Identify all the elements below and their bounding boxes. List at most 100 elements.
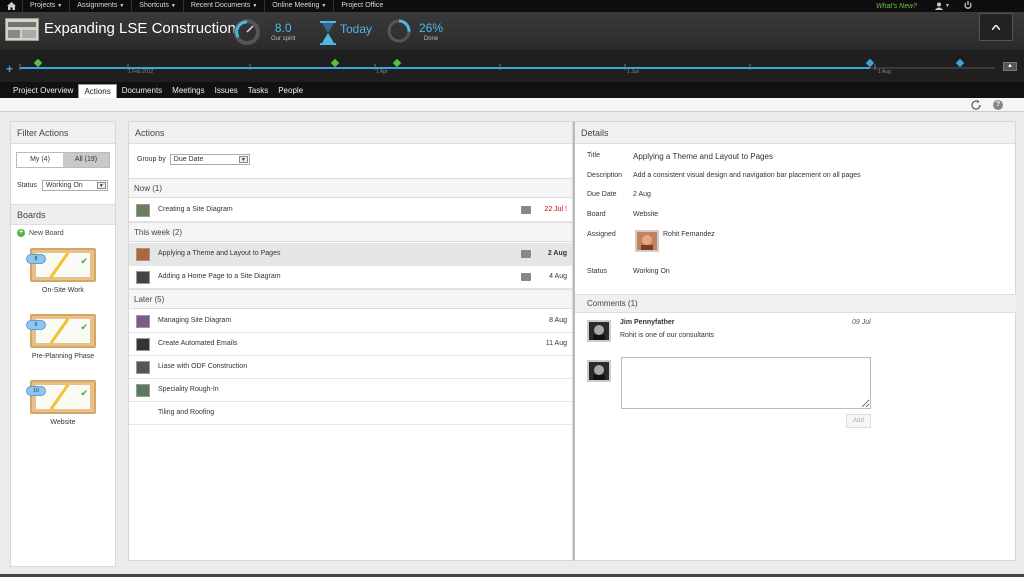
done-metric: 26% Done [419, 21, 443, 43]
chevron-down-icon: ▼ [96, 182, 106, 189]
comment-text: Rohit is one of our consultants [620, 332, 715, 339]
action-name[interactable]: Speciality Rough-In [158, 386, 219, 393]
project-icon [5, 18, 39, 41]
assignee-avatar[interactable] [635, 230, 659, 252]
detail-assigned-value[interactable]: Rohit Fernandez [663, 231, 715, 238]
action-name[interactable]: Applying a Theme and Layout to Pages [158, 250, 280, 257]
action-due-date: 22 Jul ! [544, 206, 567, 213]
status-filter-label: Status [17, 182, 37, 189]
done-label: Done [423, 36, 439, 42]
filter-my-button[interactable]: My (4) [17, 153, 63, 167]
top-menu-item[interactable]: Projects ▼ [22, 0, 69, 12]
board-thumbnail[interactable]: ✔ 9 [26, 314, 96, 348]
board-count-badge: 10 [26, 386, 46, 396]
action-avatar [136, 271, 150, 284]
comment-author: Jim Pennyfather [620, 319, 675, 326]
comment-icon[interactable] [521, 250, 531, 258]
check-icon: ✔ [80, 388, 88, 398]
filter-all-button[interactable]: All (19) [63, 153, 109, 167]
board-thumbnail[interactable]: ✔ 10 [26, 380, 96, 414]
action-name[interactable]: Adding a Home Page to a Site Diagram [158, 273, 281, 280]
done-ring-icon [387, 19, 411, 43]
home-icon[interactable] [0, 2, 22, 10]
action-name[interactable]: Create Automated Emails [158, 340, 237, 347]
board-item[interactable]: ✔ 10 Website [11, 380, 115, 426]
group-by-select[interactable]: Due Date ▼ [169, 154, 250, 165]
group-by: Group by Due Date ▼ [137, 154, 250, 165]
status-filter-select[interactable]: Working On ▼ [41, 180, 108, 191]
board-item[interactable]: ✔ 8 On-Site Work [11, 248, 115, 294]
board-item[interactable]: ✔ 9 Pre-Planning Phase [11, 314, 115, 360]
top-menu-item[interactable]: Assignments ▼ [69, 0, 131, 12]
today-label[interactable]: Today [340, 22, 372, 36]
action-row[interactable]: Liase with ODF Construction [129, 356, 572, 379]
board-thumbnail[interactable]: ✔ 8 [26, 248, 96, 282]
project-header: Expanding LSE Construction 8.0 Our spiri… [0, 12, 1024, 50]
action-name[interactable]: Creating a Site Diagram [158, 206, 233, 213]
action-group-header[interactable]: Now (1) [129, 178, 572, 198]
chevron-down-icon: ▼ [238, 156, 248, 163]
detail-title-value[interactable]: Applying a Theme and Layout to Pages [633, 152, 773, 161]
detail-description-label: Description [587, 172, 623, 179]
action-row[interactable]: Managing Site Diagram 8 Aug [129, 310, 572, 333]
detail-due-value[interactable]: 2 Aug [633, 191, 651, 198]
board-name[interactable]: On-Site Work [11, 287, 115, 294]
timeline-toggle-button[interactable]: ▲ [1003, 62, 1017, 71]
action-row[interactable]: Creating a Site Diagram 22 Jul ! [129, 199, 572, 222]
detail-title-label: Title [587, 152, 600, 159]
action-avatar [136, 248, 150, 261]
status-filter: Status Working On ▼ [17, 180, 108, 191]
board-name[interactable]: Pre-Planning Phase [11, 353, 115, 360]
power-icon[interactable] [964, 1, 972, 11]
detail-board-value[interactable]: Website [633, 211, 658, 218]
action-row[interactable]: Create Automated Emails 11 Aug [129, 333, 572, 356]
top-menu-item[interactable]: Online Meeting ▼ [264, 0, 333, 12]
detail-board-row: Board Website [587, 211, 658, 218]
milestone-marker [392, 58, 402, 68]
action-due-date: 11 Aug [545, 340, 567, 347]
top-menu-item[interactable]: Shortcuts ▼ [131, 0, 183, 12]
today-metric[interactable]: Today [340, 22, 372, 36]
help-icon[interactable]: ? [993, 100, 1003, 110]
whats-new-link[interactable]: What's New? [876, 3, 917, 10]
top-nav-bar: Projects ▼ Assignments ▼ Shortcuts ▼ Recent Do… [0, 0, 1024, 12]
detail-status-row: Status Working On [587, 268, 670, 275]
chevron-down-icon: ▼ [170, 3, 176, 9]
milestone-marker [330, 58, 340, 68]
tab-people[interactable]: People [273, 84, 308, 98]
new-board-button[interactable]: + New Board [17, 229, 64, 237]
project-timeline[interactable]: + 1 Feb 2012 1 Apr 1 Jun 1 Aug ▲ [0, 50, 1024, 82]
action-group-header[interactable]: Later (5) [129, 289, 572, 309]
action-name[interactable]: Managing Site Diagram [158, 317, 231, 324]
tab-issues[interactable]: Issues [210, 84, 243, 98]
action-row[interactable]: Applying a Theme and Layout to Pages 2 Au… [129, 243, 572, 266]
top-nav-right: What's New? ▼ [876, 0, 1024, 12]
comment-input[interactable] [621, 357, 871, 409]
tab-tasks[interactable]: Tasks [243, 84, 273, 98]
action-row[interactable]: Speciality Rough-In [129, 379, 572, 402]
user-menu-icon[interactable]: ▼ [935, 2, 950, 10]
action-row[interactable]: Tiling and Roofing [129, 402, 572, 425]
top-menu-item[interactable]: Project Office [333, 0, 390, 12]
tab-meetings[interactable]: Meetings [167, 84, 209, 98]
tab-actions[interactable]: Actions [78, 84, 117, 98]
detail-status-value[interactable]: Working On [633, 268, 670, 275]
milestone-marker [33, 58, 43, 68]
action-group-header[interactable]: This week (2) [129, 222, 572, 242]
collapse-header-button[interactable] [979, 13, 1013, 41]
action-avatar [136, 338, 150, 351]
comment-icon[interactable] [521, 206, 531, 214]
detail-assigned-label: Assigned [587, 231, 616, 238]
detail-description-value[interactable]: Add a consistent visual design and navig… [633, 172, 861, 179]
action-name[interactable]: Tiling and Roofing [158, 409, 214, 416]
comment-icon[interactable] [521, 273, 531, 281]
action-row[interactable]: Adding a Home Page to a Site Diagram 4 Au… [129, 266, 572, 289]
tab-project-overview[interactable]: Project Overview [8, 84, 78, 98]
top-menu-item[interactable]: Recent Documents ▼ [182, 0, 264, 12]
refresh-icon[interactable] [970, 99, 982, 111]
tab-documents[interactable]: Documents [117, 84, 167, 98]
add-comment-button[interactable]: Add [846, 414, 871, 428]
action-name[interactable]: Liase with ODF Construction [158, 363, 247, 370]
status-filter-value: Working On [45, 182, 83, 189]
board-name[interactable]: Website [11, 419, 115, 426]
